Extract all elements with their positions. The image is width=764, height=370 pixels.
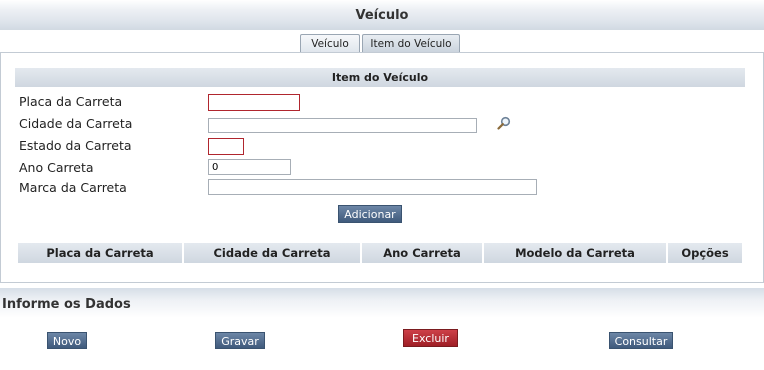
estado-input[interactable] xyxy=(208,138,244,155)
column-header-cidade: Cidade da Carreta xyxy=(184,243,360,263)
marca-label: Marca da Carreta xyxy=(19,180,127,195)
info-title: Informe os Dados xyxy=(2,297,131,312)
search-icon[interactable] xyxy=(497,116,511,130)
ano-input[interactable] xyxy=(208,159,291,175)
page-title: Veículo xyxy=(355,8,409,23)
column-header-placa: Placa da Carreta xyxy=(18,243,182,263)
tab-veiculo[interactable]: Veículo xyxy=(300,34,360,53)
placa-input[interactable] xyxy=(208,94,300,111)
tab-item-do-veiculo[interactable]: Item do Veículo xyxy=(362,34,460,53)
cidade-input[interactable] xyxy=(208,118,477,133)
estado-label: Estado da Carreta xyxy=(19,138,132,153)
adicionar-button[interactable]: Adicionar xyxy=(338,205,402,223)
column-header-ano: Ano Carreta xyxy=(362,243,482,263)
page-header: Veículo xyxy=(0,0,764,30)
marca-input[interactable] xyxy=(208,179,537,195)
section-title: Item do Veículo xyxy=(15,68,745,87)
placa-label: Placa da Carreta xyxy=(19,94,123,109)
cidade-label: Cidade da Carreta xyxy=(19,116,133,131)
gravar-button[interactable]: Gravar xyxy=(215,332,265,349)
novo-button[interactable]: Novo xyxy=(47,332,87,349)
column-header-modelo: Modelo da Carreta xyxy=(484,243,666,263)
ano-label: Ano Carreta xyxy=(19,160,94,175)
column-header-opcoes: Opções xyxy=(668,243,742,263)
consultar-button[interactable]: Consultar xyxy=(609,332,673,349)
excluir-button[interactable]: Excluir xyxy=(403,329,458,347)
